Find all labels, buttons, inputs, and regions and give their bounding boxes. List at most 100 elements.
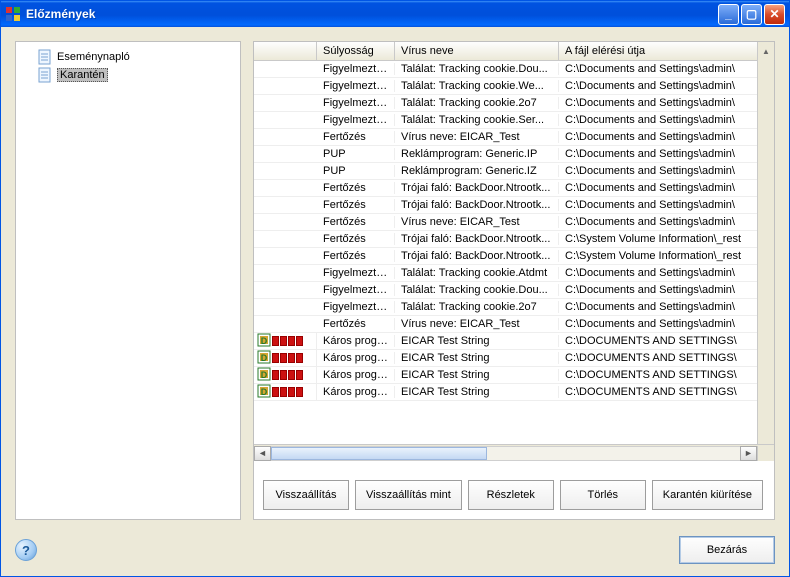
table-row[interactable]: FigyelmeztetésTalálat: Tracking cookie.D…	[254, 282, 757, 299]
titlebar[interactable]: Előzmények _ ▢ ✕	[1, 1, 789, 27]
cell-severity: Figyelmeztetés	[317, 301, 395, 313]
cell-severity: Figyelmeztetés	[317, 80, 395, 92]
cell-severity: PUP	[317, 165, 395, 177]
close-window-button[interactable]: ✕	[764, 4, 785, 25]
cell-file-path: C:\Documents and Settings\admin\	[559, 148, 757, 160]
scroll-up-button[interactable]: ▲	[757, 42, 774, 61]
cell-severity: Fertőzés	[317, 131, 395, 143]
cell-virus-name: EICAR Test String	[395, 335, 559, 347]
cell-file-path: C:\System Volume Information\_rest	[559, 233, 757, 245]
column-virus-name[interactable]: Vírus neve	[395, 42, 559, 60]
quarantine-panel: Súlyosság Vírus neve A fájl elérési útja…	[253, 41, 775, 520]
table-row[interactable]: FertőzésTrójai faló: BackDoor.Ntrootk...…	[254, 248, 757, 265]
vertical-scrollbar[interactable]	[757, 61, 774, 444]
cell-virus-name: Találat: Tracking cookie.Ser...	[395, 114, 559, 126]
table-row[interactable]: FertőzésVírus neve: EICAR_TestC:\Documen…	[254, 214, 757, 231]
minimize-button[interactable]: _	[718, 4, 739, 25]
horizontal-scrollbar[interactable]: ◄ ►	[254, 444, 774, 461]
cell-severity: Káros program	[317, 369, 395, 381]
table-row[interactable]: FertőzésTrójai faló: BackDoor.Ntrootk...…	[254, 197, 757, 214]
cell-file-path: C:\DOCUMENTS AND SETTINGS\	[559, 369, 757, 381]
scroll-thumb[interactable]	[271, 447, 487, 460]
column-severity[interactable]: Súlyosság	[317, 42, 395, 60]
table-row[interactable]: FigyelmeztetésTalálat: Tracking cookie.A…	[254, 265, 757, 282]
cell-severity: Fertőzés	[317, 216, 395, 228]
cell-file-path: C:\Documents and Settings\admin\	[559, 80, 757, 92]
table-row[interactable]: FigyelmeztetésTalálat: Tracking cookie.W…	[254, 78, 757, 95]
severity-indicator: D	[254, 350, 317, 367]
sidebar-item-quarantine[interactable]: Karantén	[34, 66, 234, 84]
table-row[interactable]: PUPReklámprogram: Generic.IZC:\Documents…	[254, 163, 757, 180]
cell-virus-name: Reklámprogram: Generic.IP	[395, 148, 559, 160]
cell-virus-name: Találat: Tracking cookie.We...	[395, 80, 559, 92]
cell-file-path: C:\System Volume Information\_rest	[559, 250, 757, 262]
app-icon	[5, 6, 21, 22]
table-row[interactable]: DKáros programEICAR Test StringC:\DOCUME…	[254, 367, 757, 384]
cell-virus-name: Trójai faló: BackDoor.Ntrootk...	[395, 250, 559, 262]
table-row[interactable]: FigyelmeztetésTalálat: Tracking cookie.S…	[254, 112, 757, 129]
scroll-track[interactable]	[271, 446, 740, 461]
virus-icon: D	[257, 384, 271, 401]
cell-file-path: C:\DOCUMENTS AND SETTINGS\	[559, 386, 757, 398]
table-row[interactable]: D Káros programEICAR Test StringC:\DOCUME…	[254, 333, 757, 350]
maximize-button[interactable]: ▢	[741, 4, 762, 25]
table-row[interactable]: FigyelmeztetésTalálat: Tracking cookie.2…	[254, 299, 757, 316]
table-row[interactable]: FigyelmeztetésTalálat: Tracking cookie.D…	[254, 61, 757, 78]
cell-severity: Káros program	[317, 335, 395, 347]
restore-button[interactable]: Visszaállítás	[263, 480, 349, 510]
cell-severity: Fertőzés	[317, 182, 395, 194]
cell-file-path: C:\Documents and Settings\admin\	[559, 182, 757, 194]
cell-virus-name: Találat: Tracking cookie.Dou...	[395, 284, 559, 296]
cell-virus-name: Trójai faló: BackDoor.Ntrootk...	[395, 182, 559, 194]
scroll-right-button[interactable]: ►	[740, 446, 757, 461]
column-severity-icon[interactable]	[254, 42, 317, 60]
svg-text:D: D	[261, 387, 268, 397]
sidebar-item-eventlog[interactable]: Eseménynapló	[34, 48, 234, 66]
cell-severity: PUP	[317, 148, 395, 160]
restore-as-button[interactable]: Visszaállítás mint	[355, 480, 462, 510]
virus-icon: D	[257, 333, 271, 350]
cell-file-path: C:\Documents and Settings\admin\	[559, 63, 757, 75]
cell-virus-name: EICAR Test String	[395, 386, 559, 398]
close-button[interactable]: Bezárás	[679, 536, 775, 564]
cell-file-path: C:\Documents and Settings\admin\	[559, 301, 757, 313]
cell-file-path: C:\DOCUMENTS AND SETTINGS\	[559, 335, 757, 347]
svg-text:D: D	[261, 353, 268, 363]
column-file-path[interactable]: A fájl elérési útja	[559, 42, 757, 60]
cell-severity: Fertőzés	[317, 199, 395, 211]
cell-severity: Fertőzés	[317, 318, 395, 330]
severity-indicator: D	[254, 367, 317, 384]
cell-file-path: C:\Documents and Settings\admin\	[559, 199, 757, 211]
cell-severity: Figyelmeztetés	[317, 97, 395, 109]
table-row[interactable]: FertőzésTrójai faló: BackDoor.Ntrootk...…	[254, 180, 757, 197]
cell-file-path: C:\Documents and Settings\admin\	[559, 267, 757, 279]
cell-virus-name: Vírus neve: EICAR_Test	[395, 131, 559, 143]
svg-text:D: D	[261, 370, 268, 380]
cell-severity: Figyelmeztetés	[317, 114, 395, 126]
cell-virus-name: Találat: Tracking cookie.2o7	[395, 97, 559, 109]
svg-text:D: D	[261, 336, 268, 346]
table-row[interactable]: FertőzésVírus neve: EICAR_TestC:\Documen…	[254, 129, 757, 146]
table-row[interactable]: FertőzésTrójai faló: BackDoor.Ntrootk...…	[254, 231, 757, 248]
details-button[interactable]: Részletek	[468, 480, 554, 510]
empty-quarantine-button[interactable]: Karantén kiürítése	[652, 480, 763, 510]
table-row[interactable]: DKáros programEICAR Test StringC:\DOCUME…	[254, 350, 757, 367]
table-row[interactable]: DKáros programEICAR Test StringC:\DOCUME…	[254, 384, 757, 401]
severity-bars-icon	[272, 336, 303, 346]
quarantine-list[interactable]: FigyelmeztetésTalálat: Tracking cookie.D…	[254, 61, 757, 444]
cell-virus-name: EICAR Test String	[395, 352, 559, 364]
cell-virus-name: Találat: Tracking cookie.2o7	[395, 301, 559, 313]
delete-button[interactable]: Törlés	[560, 480, 646, 510]
cell-file-path: C:\Documents and Settings\admin\	[559, 165, 757, 177]
cell-virus-name: Találat: Tracking cookie.Dou...	[395, 63, 559, 75]
table-row[interactable]: FigyelmeztetésTalálat: Tracking cookie.2…	[254, 95, 757, 112]
scroll-left-button[interactable]: ◄	[254, 446, 271, 461]
table-row[interactable]: FertőzésVírus neve: EICAR_TestC:\Documen…	[254, 316, 757, 333]
table-row[interactable]: PUPReklámprogram: Generic.IPC:\Documents…	[254, 146, 757, 163]
cell-file-path: C:\Documents and Settings\admin\	[559, 318, 757, 330]
help-button[interactable]: ?	[15, 539, 37, 561]
severity-bars-icon	[272, 387, 303, 397]
scroll-down-button[interactable]	[757, 446, 774, 461]
cell-file-path: C:\DOCUMENTS AND SETTINGS\	[559, 352, 757, 364]
history-window: Előzmények _ ▢ ✕ Eseménynapló	[0, 0, 790, 577]
